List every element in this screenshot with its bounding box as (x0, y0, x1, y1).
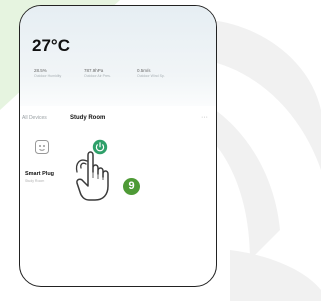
temperature: 27°C (32, 36, 70, 55)
stat-wind-speed-label: Outdoor Wind Sp. (137, 74, 165, 78)
tab-study-room[interactable]: Study Room (70, 115, 105, 121)
plug-icon (35, 140, 49, 154)
stat-humidity: 28.5% Outdoor Humidity (34, 68, 61, 78)
tab-all-devices[interactable]: All Devices (22, 115, 47, 121)
tap-hand-icon (75, 151, 109, 201)
stat-air-pressure-label: Outdoor Air Pres. (84, 74, 111, 78)
phone-frame: 27°C 28.5% Outdoor Humidity 787.9hPa Out… (19, 5, 217, 287)
stat-air-pressure-value: 787.9hPa (84, 68, 104, 73)
stat-humidity-label: Outdoor Humidity (34, 74, 62, 78)
stat-humidity-value: 28.5% (34, 68, 47, 73)
device-name: Smart Plug (25, 171, 55, 177)
stat-wind-speed-value: 0.5m/s (137, 68, 151, 73)
device-status: Study Room (25, 179, 45, 183)
room-tabs: All Devices Study Room ··· (20, 114, 216, 125)
tabs-more-icon[interactable]: ··· (201, 114, 208, 121)
stat-wind-speed: 0.5m/s Outdoor Wind Sp. (137, 68, 165, 78)
weather-panel (20, 6, 216, 106)
step-number-badge: 9 (123, 178, 140, 195)
stat-air-pressure: 787.9hPa Outdoor Air Pres. (84, 68, 111, 78)
